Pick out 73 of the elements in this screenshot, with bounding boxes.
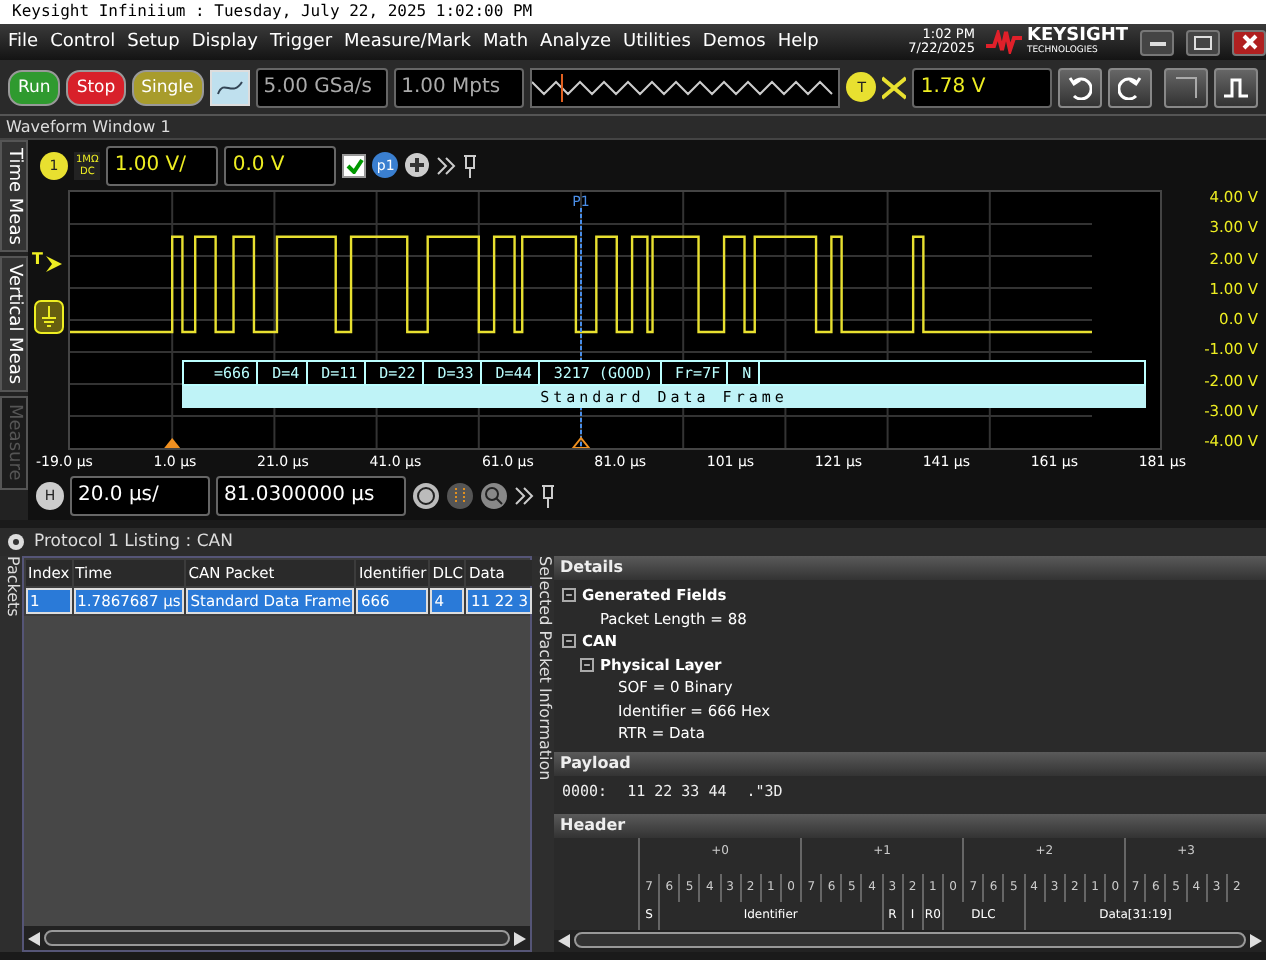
zoom-icon[interactable] (412, 482, 440, 510)
collapse-toggle[interactable] (562, 634, 576, 649)
redo-button[interactable] (1108, 67, 1153, 107)
scroll-left-icon[interactable] (558, 933, 570, 948)
menu-item[interactable]: Setup (127, 32, 180, 52)
logo-name: KEYSIGHT (1026, 27, 1128, 45)
maximize-icon (1194, 35, 1212, 49)
ground-marker-icon (34, 300, 66, 336)
waveform-button[interactable] (1214, 67, 1259, 107)
menu-item[interactable]: Trigger (270, 32, 333, 52)
minimize-button[interactable] (1140, 29, 1174, 55)
panel-title: Waveform Window 1 (0, 116, 1266, 140)
undo-button[interactable] (1058, 67, 1103, 107)
cursor-icon (1174, 75, 1199, 99)
bars-icon[interactable] (446, 482, 474, 510)
trigger-edge-icon (882, 75, 907, 99)
close-button[interactable] (1232, 29, 1266, 55)
side-tab[interactable]: Selected Packet Information (532, 556, 554, 952)
gear-icon[interactable] (6, 532, 26, 552)
menu-item[interactable]: Analyze (540, 32, 612, 52)
close-icon (1241, 34, 1257, 50)
trigger-position-icon (164, 438, 181, 448)
side-tab[interactable]: Time Meas (0, 140, 28, 253)
waveform-icon (215, 77, 244, 97)
step-wave-icon (1222, 75, 1251, 99)
redo-icon (1118, 75, 1143, 99)
panel-title: Payload (554, 752, 1266, 777)
time-position-field[interactable]: 81.0300000 µs (216, 476, 406, 516)
add-icon[interactable] (404, 152, 431, 178)
collapse-toggle[interactable] (562, 588, 576, 603)
panel-title: Details (554, 556, 1266, 580)
side-tab[interactable]: Vertical Meas (0, 256, 28, 393)
channel-checkbox[interactable] (342, 153, 367, 177)
menu-item[interactable]: Help (777, 32, 819, 52)
trigger-level-field[interactable]: 1.78 V (912, 67, 1053, 107)
menu-item[interactable]: Display (191, 32, 258, 52)
sample-rate-field[interactable]: 5.00 GSa/s (255, 67, 388, 107)
scroll-right-icon[interactable] (1250, 933, 1262, 948)
search-icon[interactable] (480, 482, 508, 510)
layout-button[interactable] (1164, 67, 1209, 107)
scroll-right-icon[interactable] (514, 931, 526, 945)
menu-item[interactable]: Math (483, 32, 529, 52)
trigger-level-label: T (32, 250, 43, 268)
undo-icon (1068, 75, 1093, 99)
memory-depth-field[interactable]: 1.00 Mpts (393, 67, 525, 107)
menu-item[interactable]: Utilities (623, 32, 691, 52)
time-scale-field[interactable]: 20.0 µs/ (70, 476, 210, 516)
menu-item[interactable]: Measure/Mark (344, 32, 472, 52)
side-tab[interactable]: Packets (0, 556, 22, 952)
acquisition-button[interactable]: Stop (66, 69, 126, 105)
double-chevron-icon[interactable] (436, 155, 457, 175)
vertical-scale-field[interactable]: 1.00 V/ (106, 145, 219, 185)
marker-position-icon (570, 436, 592, 448)
menu-item[interactable]: File (8, 32, 39, 52)
panel-title: Header (554, 813, 1266, 838)
menu-item[interactable]: Control (50, 32, 116, 52)
pin-icon[interactable] (462, 153, 479, 177)
panel-title: Protocol 1 Listing : CAN (34, 532, 233, 552)
pin-icon[interactable] (540, 484, 556, 508)
acquisition-button[interactable]: Run (8, 69, 61, 105)
maximize-button[interactable] (1186, 29, 1220, 55)
autoscale-button[interactable] (209, 69, 250, 105)
offset-field[interactable]: 0.0 V (224, 145, 337, 185)
double-chevron-icon[interactable] (514, 486, 534, 506)
collapse-toggle[interactable] (580, 657, 594, 672)
scrollbar[interactable] (574, 932, 1246, 949)
scrollbar[interactable] (44, 930, 510, 946)
window-title: Keysight Infiniium : Tuesday, July 22, 2025 1:02:00 PM (0, 0, 1266, 24)
logo-wave-icon (986, 30, 1023, 54)
trigger-level-marker-icon (46, 256, 62, 272)
minimize-icon (1149, 39, 1165, 45)
menu-item[interactable]: Demos (702, 32, 766, 52)
scroll-left-icon[interactable] (28, 931, 40, 945)
